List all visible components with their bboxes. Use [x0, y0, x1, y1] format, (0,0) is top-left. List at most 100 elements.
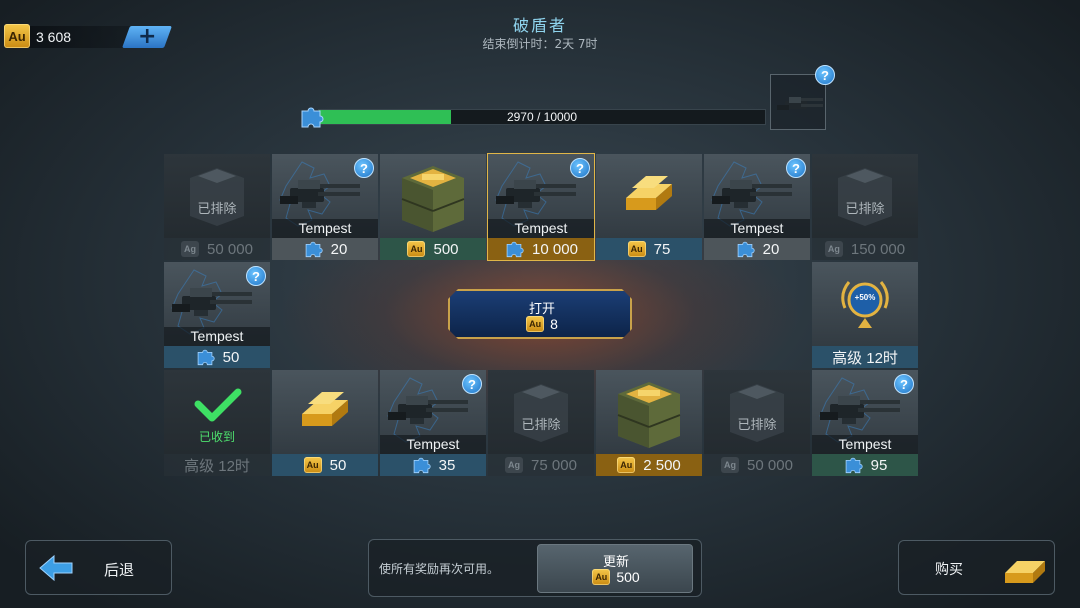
gold-bars-icon [596, 154, 702, 238]
reward-amount: 95 [870, 456, 888, 474]
gold-icon: Au [526, 316, 545, 332]
reward-name: Tempest [704, 219, 810, 238]
reward-footer: 10 000 [488, 238, 594, 260]
gold-icon: Au [303, 457, 322, 473]
excluded-label: 已排除 [737, 418, 777, 433]
reward-cell[interactable]: Au 50 [272, 370, 378, 476]
reward-label: 高级 12时 [184, 457, 250, 475]
puzzle-progress-bar: 2970 / 10000 [298, 106, 770, 128]
premium-icon [812, 262, 918, 346]
premium-badge-text: +50% [854, 293, 876, 302]
silver-icon: Ag [181, 241, 200, 257]
final-reward-slot[interactable]: ? [770, 65, 835, 130]
reward-cell[interactable]: Tempest? 35 [380, 370, 486, 476]
help-icon[interactable]: ? [570, 158, 590, 178]
refresh-button[interactable]: 更新 Au 500 [537, 544, 693, 593]
excluded-label: 已排除 [197, 202, 237, 217]
reward-name: Tempest [164, 327, 270, 346]
gold-crate-icon [596, 370, 702, 454]
reward-cell[interactable]: 已排除 Ag 50 000 [704, 370, 810, 476]
open-cost: Au 8 [450, 316, 632, 332]
reward-label: 高级 12时 [832, 349, 898, 367]
puzzle-piece-icon [735, 240, 755, 258]
refresh-panel: 使所有奖励再次可用。 更新 Au 500 [368, 539, 702, 597]
refresh-label: 更新 [602, 555, 629, 570]
help-icon[interactable]: ? [462, 374, 482, 394]
reward-footer: 高级 12时 [164, 454, 270, 476]
reward-name: Tempest [380, 435, 486, 454]
reward-name: Tempest [272, 219, 378, 238]
refresh-cost: Au 500 [538, 569, 694, 585]
reward-amount: 35 [438, 456, 456, 474]
reward-amount: 50 000 [747, 456, 793, 474]
reward-amount: 50 [329, 456, 347, 474]
puzzle-piece-icon [303, 240, 323, 258]
reward-footer: Au 2 500 [596, 454, 702, 476]
help-icon[interactable]: ? [246, 266, 266, 286]
reward-amount: 10 000 [532, 240, 578, 258]
reward-amount: 20 [762, 240, 780, 258]
reward-name: Tempest [812, 435, 918, 454]
crate-icon [488, 370, 594, 454]
reward-cell[interactable]: Tempest? 20 [704, 154, 810, 260]
open-cost-value: 8 [550, 316, 558, 332]
refresh-cost-value: 500 [616, 569, 640, 585]
reward-cell[interactable]: 已收到高级 12时 [164, 370, 270, 476]
reward-footer: 高级 12时 [812, 346, 918, 368]
puzzle-piece-icon [411, 456, 431, 474]
reward-amount: 500 [433, 240, 459, 258]
reward-footer: Ag 50 000 [164, 238, 270, 260]
reward-cell[interactable]: Tempest? 95 [812, 370, 918, 476]
crate-icon [812, 154, 918, 238]
puzzle-piece-icon [195, 348, 215, 366]
reward-cell[interactable]: +50% 高级 12时 [812, 262, 918, 368]
reward-amount: 20 [330, 240, 348, 258]
final-reward-help-icon[interactable]: ? [815, 65, 835, 85]
reward-cell[interactable]: 已排除 Ag 50 000 [164, 154, 270, 260]
event-title: 破盾者 [512, 16, 567, 35]
buy-button[interactable]: 购买 [898, 540, 1055, 595]
reward-cell[interactable]: 已排除 Ag 75 000 [488, 370, 594, 476]
reward-cell[interactable]: 已排除 Ag 150 000 [812, 154, 918, 260]
reward-footer: Au 500 [380, 238, 486, 260]
reward-footer: Au 50 [272, 454, 378, 476]
reward-cell[interactable]: Au 2 500 [596, 370, 702, 476]
back-button[interactable]: 后退 [25, 540, 172, 595]
reward-footer: Ag 75 000 [488, 454, 594, 476]
crate-icon [704, 370, 810, 454]
collected-label: 已收到 [198, 430, 235, 444]
crate-icon [164, 154, 270, 238]
reward-cell[interactable]: Au 75 [596, 154, 702, 260]
help-icon[interactable]: ? [894, 374, 914, 394]
open-label: 打开 [528, 302, 555, 317]
reward-cell[interactable]: Tempest? 50 [164, 262, 270, 368]
puzzle-piece-icon [843, 456, 863, 474]
reward-footer: 20 [272, 238, 378, 260]
silver-icon: Ag [824, 241, 843, 257]
reward-amount: 50 000 [207, 240, 253, 258]
help-icon[interactable]: ? [354, 158, 374, 178]
reward-name: Tempest [488, 219, 594, 238]
refresh-description: 使所有奖励再次可用。 [379, 562, 500, 576]
reward-amount: 75 000 [531, 456, 577, 474]
reward-amount: 2 500 [643, 456, 681, 474]
gold-icon: Au [627, 241, 646, 257]
reward-footer: 20 [704, 238, 810, 260]
reward-footer: Ag 150 000 [812, 238, 918, 260]
reward-cell[interactable]: Au 500 [380, 154, 486, 260]
gold-icon: Au [407, 241, 426, 257]
event-countdown: 结束倒计时：2天 7时 [482, 37, 598, 51]
back-label: 后退 [104, 561, 135, 579]
gold-crate-icon [380, 154, 486, 238]
reward-amount: 50 [222, 348, 240, 366]
reward-footer: Ag 50 000 [704, 454, 810, 476]
help-icon[interactable]: ? [786, 158, 806, 178]
reward-cell[interactable]: Tempest? 10 000 [487, 153, 595, 261]
silver-icon: Ag [721, 457, 740, 473]
reward-amount: 75 [653, 240, 671, 258]
reward-cell[interactable]: Tempest? 20 [272, 154, 378, 260]
progress-text: 2970 / 10000 [506, 110, 578, 124]
reward-footer: 95 [812, 454, 918, 476]
open-button[interactable]: 打开 Au 8 [448, 289, 632, 339]
gold-bar-icon [1005, 561, 1045, 583]
